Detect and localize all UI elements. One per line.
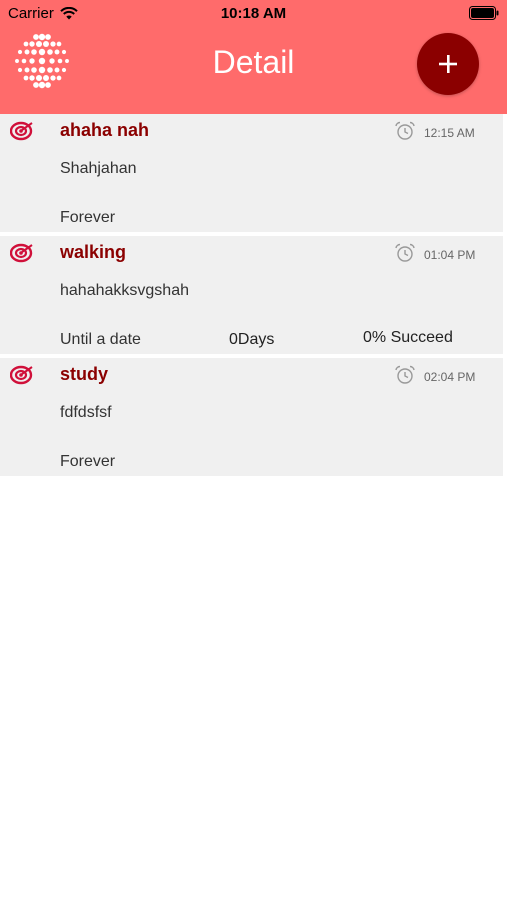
habit-title: study: [60, 364, 109, 384]
alarm-clock-icon: [395, 243, 415, 262]
habit-row[interactable]: study 02:04 PM fdfdsfsf Forever: [0, 358, 503, 476]
habit-description: fdfdsfsf: [60, 404, 112, 421]
target-icon: [10, 365, 33, 385]
status-time: 10:18 AM: [220, 5, 287, 22]
habit-days-count: 0Days: [229, 331, 275, 348]
habit-repeat: Forever: [60, 453, 116, 470]
habit-title: walking: [60, 242, 127, 262]
target-icon: [10, 243, 33, 263]
habit-list: ahaha nah 12:15 AM Shahjahan Forever wal…: [0, 114, 503, 480]
habit-success-rate: 0% Succeed: [363, 329, 453, 346]
alarm-time: 02:04 PM: [424, 370, 476, 384]
status-bar: Carrier 10:18 AM: [0, 0, 507, 28]
alarm-time: 01:04 PM: [424, 248, 476, 262]
detail-screen: Carrier 10:18 AM Detail ahaha nah 12:15 …: [0, 0, 507, 900]
battery-icon: [469, 6, 499, 20]
habit-title: ahaha nah: [60, 120, 150, 140]
target-icon: [10, 121, 33, 141]
add-habit-button[interactable]: [417, 33, 479, 95]
habit-row[interactable]: ahaha nah 12:15 AM Shahjahan Forever: [0, 114, 503, 232]
alarm-clock-icon: [395, 121, 415, 140]
alarm-time: 12:15 AM: [424, 126, 475, 140]
header: Carrier 10:18 AM Detail: [0, 0, 507, 114]
plus-icon: [439, 55, 457, 73]
habit-description: hahahakksvgshah: [60, 282, 189, 299]
alarm-clock-icon: [395, 365, 415, 384]
habit-description: Shahjahan: [60, 160, 137, 177]
habit-repeat: Forever: [60, 209, 116, 226]
habit-repeat: Until a date: [60, 331, 141, 348]
habit-row[interactable]: walking 01:04 PM hahahakksvgshah Until a…: [0, 236, 503, 354]
